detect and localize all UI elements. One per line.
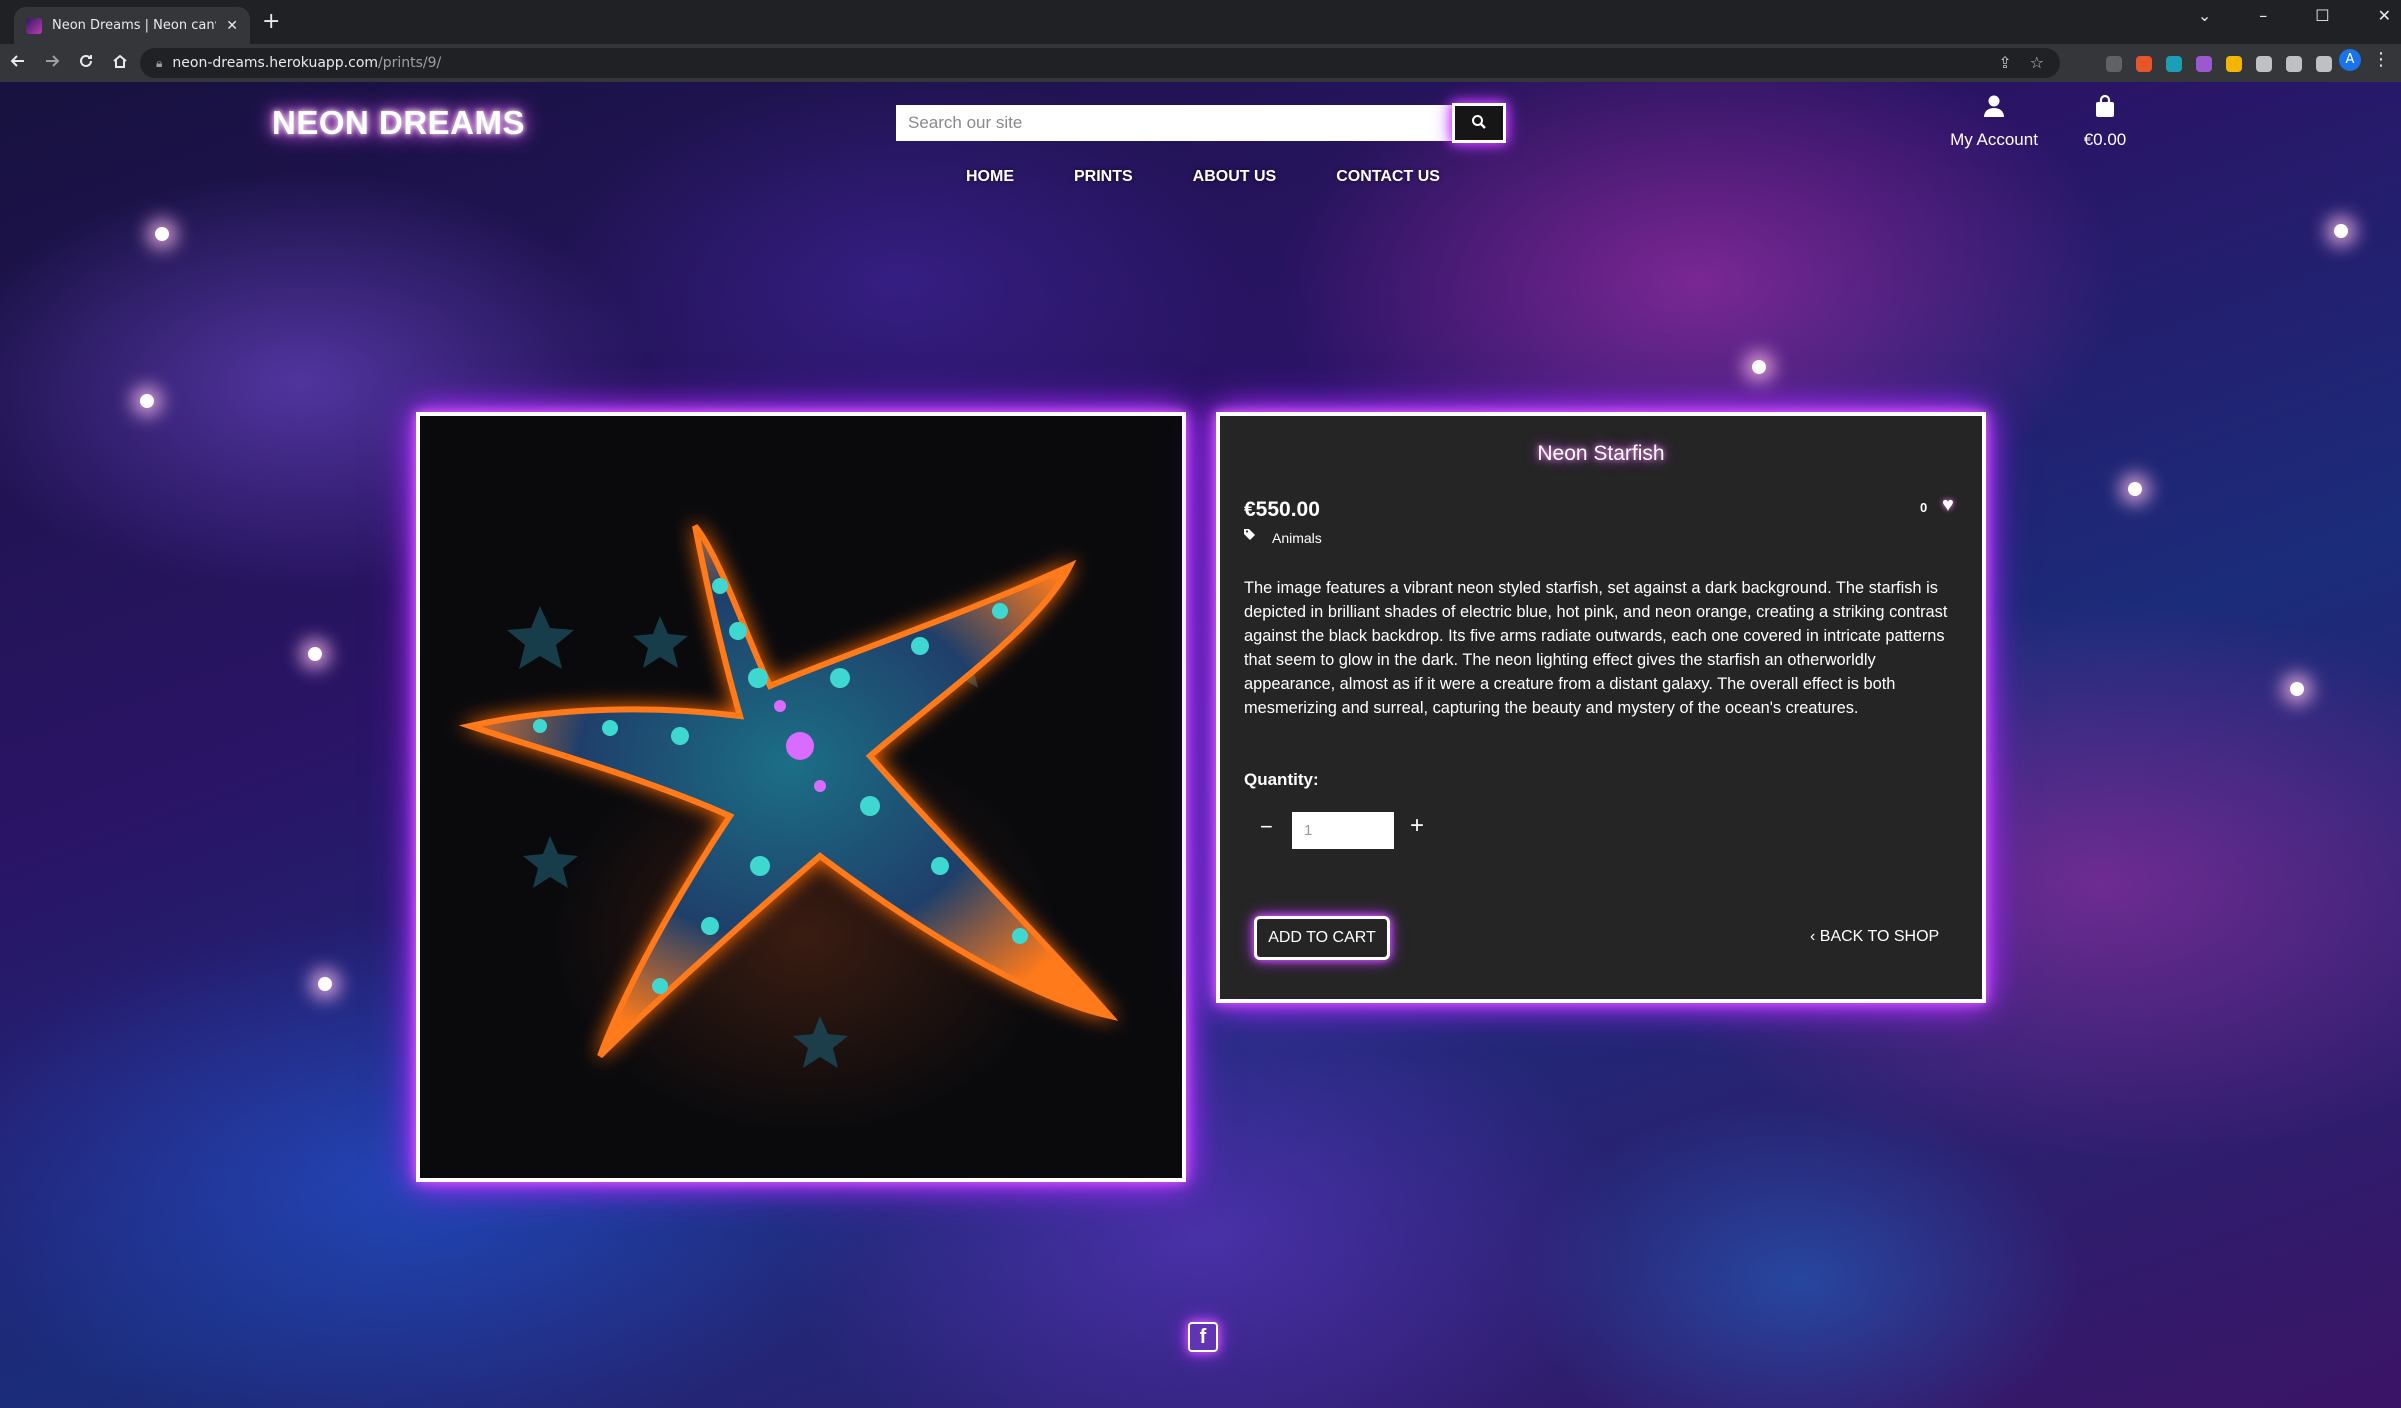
chevron-left-icon: ‹ xyxy=(1810,928,1820,945)
favourite-count: 0 xyxy=(1920,500,1928,515)
background-star xyxy=(318,977,332,991)
shopping-bag-icon xyxy=(2070,94,2140,126)
extensions-area xyxy=(2106,56,2332,72)
window-controls: ⌄ – ☐ ✕ xyxy=(2198,0,2391,30)
product-price: €550.00 xyxy=(1244,498,1320,521)
background-star xyxy=(155,227,169,241)
site-favicon-icon xyxy=(26,17,42,34)
minus-icon: − xyxy=(1260,814,1273,839)
nav-about-us[interactable]: ABOUT US xyxy=(1193,168,1277,186)
bookmark-star-icon[interactable]: ☆ xyxy=(2030,53,2044,72)
tab-close-icon[interactable]: ✕ xyxy=(226,18,238,34)
browser-tab[interactable]: Neon Dreams | Neon canvas pri ✕ xyxy=(14,7,250,44)
share-icon[interactable]: ⇪ xyxy=(1998,53,2011,72)
my-account-label: My Account xyxy=(1950,130,2038,149)
search-form xyxy=(896,103,1506,143)
extension-icon[interactable] xyxy=(2226,56,2242,72)
background-star xyxy=(2334,224,2348,238)
heart-icon[interactable]: ♥ xyxy=(1942,494,1954,517)
reading-list-icon[interactable] xyxy=(2286,56,2302,72)
product-details-card: Neon Starfish €550.00 0 ♥ Animals The im… xyxy=(1216,412,1986,1003)
search-icon xyxy=(1471,114,1487,133)
facebook-icon[interactable]: f xyxy=(1188,1322,1218,1352)
home-icon[interactable] xyxy=(104,53,136,74)
new-tab-button[interactable]: + xyxy=(262,10,280,34)
user-icon xyxy=(1944,94,2044,126)
menu-kebab-icon[interactable]: ⋮ xyxy=(2372,49,2390,70)
search-input[interactable] xyxy=(896,105,1452,141)
site-logo[interactable]: NEON DREAMS xyxy=(272,104,525,142)
address-bar[interactable]: 🔒︎ neon-dreams.herokuapp.com/prints/9/ ⇪… xyxy=(140,48,2060,78)
quantity-input[interactable] xyxy=(1292,812,1394,849)
product-image xyxy=(416,412,1186,1182)
background-star xyxy=(1752,360,1766,374)
extension-icon[interactable] xyxy=(2196,56,2212,72)
product-title: Neon Starfish xyxy=(1537,442,1665,465)
increment-quantity-button[interactable]: + xyxy=(1410,812,1424,840)
browser-toolbar: 🔒︎ neon-dreams.herokuapp.com/prints/9/ ⇪… xyxy=(0,44,2401,82)
tag-icon xyxy=(1244,528,1256,543)
plus-icon: + xyxy=(1410,812,1425,839)
maximize-button[interactable]: ☐ xyxy=(2315,6,2329,25)
main-navigation: HOME PRINTS ABOUT US CONTACT US xyxy=(966,168,1500,186)
nav-prints[interactable]: PRINTS xyxy=(1074,168,1133,186)
background-star xyxy=(2290,682,2304,696)
background-star xyxy=(2128,482,2142,496)
browser-tab-bar: Neon Dreams | Neon canvas pri ✕ + ⌄ – ☐ … xyxy=(0,0,2401,44)
extensions-puzzle-icon[interactable] xyxy=(2256,56,2272,72)
background-star xyxy=(308,647,322,661)
extension-icon[interactable] xyxy=(2166,56,2182,72)
product-category-link[interactable]: Animals xyxy=(1272,530,1322,546)
tab-search-chevron-icon[interactable]: ⌄ xyxy=(2198,6,2211,25)
url-path: /prints/9/ xyxy=(378,55,442,71)
back-to-shop-link[interactable]: ‹ BACK TO SHOP xyxy=(1810,928,1939,946)
window-close-button[interactable]: ✕ xyxy=(2378,6,2391,25)
minimize-button[interactable]: – xyxy=(2259,6,2267,25)
page-background: NEON DREAMS My Account €0.00 HOME PRINTS… xyxy=(0,82,2401,1408)
nav-home[interactable]: HOME xyxy=(966,168,1014,186)
shopping-bag-link[interactable]: €0.00 xyxy=(2070,94,2140,150)
profile-avatar-icon[interactable]: A xyxy=(2339,49,2361,71)
my-account-link[interactable]: My Account xyxy=(1944,94,2044,150)
url-host: neon-dreams.herokuapp.com xyxy=(172,55,379,71)
reload-icon[interactable] xyxy=(70,53,102,74)
extension-icon[interactable] xyxy=(2106,56,2122,72)
extension-icon[interactable] xyxy=(2136,56,2152,72)
lock-icon[interactable]: 🔒︎ xyxy=(156,56,162,71)
background-star xyxy=(140,394,154,408)
search-button[interactable] xyxy=(1452,103,1506,143)
back-icon[interactable] xyxy=(2,53,34,74)
side-panel-icon[interactable] xyxy=(2316,56,2332,72)
back-to-shop-label: BACK TO SHOP xyxy=(1819,928,1940,945)
cart-total: €0.00 xyxy=(2083,130,2127,149)
starfish-artwork xyxy=(458,524,1119,1068)
quantity-label: Quantity: xyxy=(1244,770,1319,789)
product-description: The image features a vibrant neon styled… xyxy=(1244,579,1948,717)
forward-icon[interactable] xyxy=(36,53,68,74)
decrement-quantity-button[interactable]: − xyxy=(1260,814,1273,840)
tab-title: Neon Dreams | Neon canvas pri xyxy=(52,18,216,33)
nav-contact-us[interactable]: CONTACT US xyxy=(1336,168,1440,186)
add-to-cart-button[interactable]: ADD TO CART xyxy=(1254,916,1390,960)
